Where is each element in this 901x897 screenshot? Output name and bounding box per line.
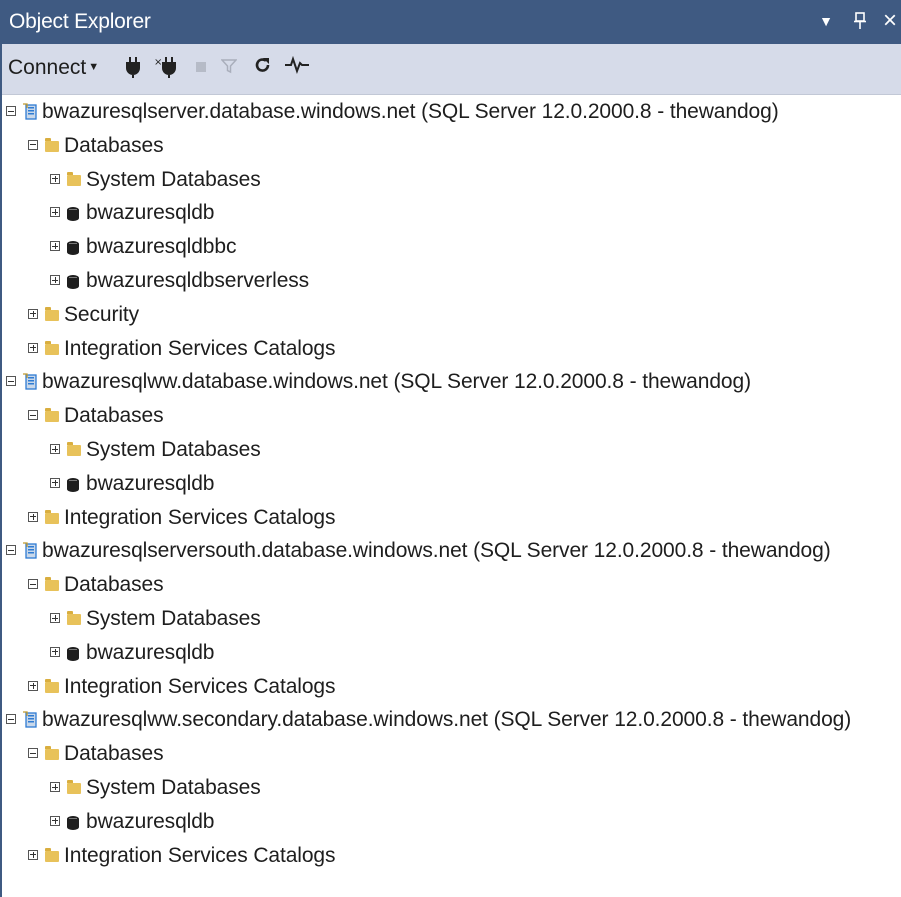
- database-label: bwazuresqldbbc: [86, 235, 237, 259]
- expand-icon[interactable]: [50, 782, 60, 792]
- expand-icon[interactable]: [28, 342, 38, 353]
- title-bar: Object Explorer ▼ ×: [2, 0, 901, 44]
- database-label: bwazuresqldb: [86, 471, 215, 495]
- server-label: bwazuresqlww.secondary.database.windows.…: [42, 708, 852, 732]
- databases-folder-label: Databases: [64, 404, 164, 428]
- server-icon: [23, 373, 39, 391]
- database-icon: [67, 815, 79, 830]
- expand-icon[interactable]: [28, 511, 38, 522]
- refresh-icon[interactable]: [252, 56, 274, 80]
- collapse-icon[interactable]: [6, 106, 16, 116]
- server-icon: [23, 103, 39, 121]
- databases-folder-label: Databases: [64, 133, 164, 157]
- integration-services-catalogs-folder-label: Integration Services Catalogs: [64, 674, 336, 698]
- expand-icon[interactable]: [50, 207, 60, 218]
- folder-icon: [45, 137, 59, 152]
- folder-icon: [45, 306, 59, 321]
- server-label: bwazuresqlww.database.windows.net (SQL S…: [42, 370, 751, 394]
- collapse-icon[interactable]: [28, 579, 38, 590]
- expand-icon[interactable]: [28, 849, 38, 860]
- close-icon[interactable]: ×: [878, 8, 901, 34]
- database-icon: [67, 241, 79, 256]
- database-icon: [67, 275, 79, 289]
- databases-folder-label: Databases: [64, 742, 164, 766]
- collapse-icon[interactable]: [28, 410, 38, 421]
- folder-icon: [45, 678, 59, 693]
- folder-icon: [45, 847, 59, 862]
- folder-icon: [45, 408, 59, 423]
- server-icon: [23, 711, 39, 729]
- collapse-icon[interactable]: [6, 376, 16, 387]
- expand-icon[interactable]: [50, 613, 60, 623]
- collapse-icon[interactable]: [28, 139, 38, 150]
- object-explorer-panel: Object Explorer ▼ × Connect ▼ × bwazures…: [0, 0, 901, 897]
- server-label: bwazuresqlserversouth.database.windows.n…: [42, 539, 831, 563]
- expand-icon[interactable]: [50, 444, 60, 454]
- collapse-icon[interactable]: [28, 748, 38, 759]
- folder-icon: [45, 577, 59, 592]
- database-icon: [67, 477, 79, 492]
- security-folder-label: Security: [64, 302, 140, 326]
- database-label: bwazuresqldb: [86, 640, 215, 664]
- expand-icon[interactable]: [28, 680, 38, 691]
- system-databases-folder-label: System Databases: [86, 776, 261, 799]
- window-position-dropdown-icon[interactable]: ▼: [814, 8, 838, 34]
- server-label: bwazuresqlserver.database.windows.net (S…: [42, 100, 779, 123]
- expand-icon[interactable]: [50, 477, 60, 488]
- system-databases-folder-label: System Databases: [86, 438, 261, 461]
- database-icon: [67, 646, 79, 661]
- stop-icon[interactable]: [190, 56, 212, 80]
- expand-icon[interactable]: [50, 815, 60, 826]
- connect-label: Connect: [8, 56, 87, 79]
- folder-icon: [45, 746, 59, 761]
- connect-dropdown-icon[interactable]: ▼: [88, 61, 99, 73]
- server-icon: [23, 542, 39, 560]
- expand-icon[interactable]: [50, 173, 60, 184]
- database-label: bwazuresqldbserverless: [86, 269, 310, 292]
- folder-icon: [67, 780, 81, 794]
- collapse-icon[interactable]: [6, 714, 16, 725]
- pin-icon[interactable]: [848, 8, 872, 34]
- folder-icon: [67, 442, 81, 456]
- svg-text:×: ×: [154, 57, 162, 68]
- databases-folder-label: Databases: [64, 573, 164, 597]
- disconnect-icon[interactable]: ×: [154, 56, 176, 80]
- folder-icon: [67, 171, 81, 186]
- connect-button[interactable]: Connect ▼: [8, 56, 99, 80]
- folder-icon: [67, 611, 81, 625]
- activity-monitor-icon[interactable]: [284, 55, 309, 80]
- folder-icon: [45, 509, 59, 524]
- expand-icon[interactable]: [50, 646, 60, 657]
- folder-icon: [45, 340, 59, 355]
- system-databases-folder-label: System Databases: [86, 167, 261, 191]
- integration-services-catalogs-folder-label: Integration Services Catalogs: [64, 505, 336, 529]
- expand-icon[interactable]: [50, 275, 60, 285]
- database-label: bwazuresqldb: [86, 201, 215, 225]
- database-label: bwazuresqldb: [86, 809, 215, 833]
- database-icon: [67, 207, 79, 222]
- expand-icon[interactable]: [50, 241, 60, 252]
- integration-services-catalogs-folder-label: Integration Services Catalogs: [64, 843, 336, 867]
- collapse-icon[interactable]: [6, 545, 16, 556]
- panel-title: Object Explorer: [9, 10, 151, 33]
- integration-services-catalogs-folder-label: Integration Services Catalogs: [64, 336, 336, 360]
- filter-icon[interactable]: [218, 56, 240, 80]
- system-databases-folder-label: System Databases: [86, 607, 261, 630]
- connect-object-explorer-icon[interactable]: [122, 56, 144, 80]
- expand-icon[interactable]: [28, 308, 38, 319]
- toolbar: Connect ▼ ×: [2, 44, 901, 95]
